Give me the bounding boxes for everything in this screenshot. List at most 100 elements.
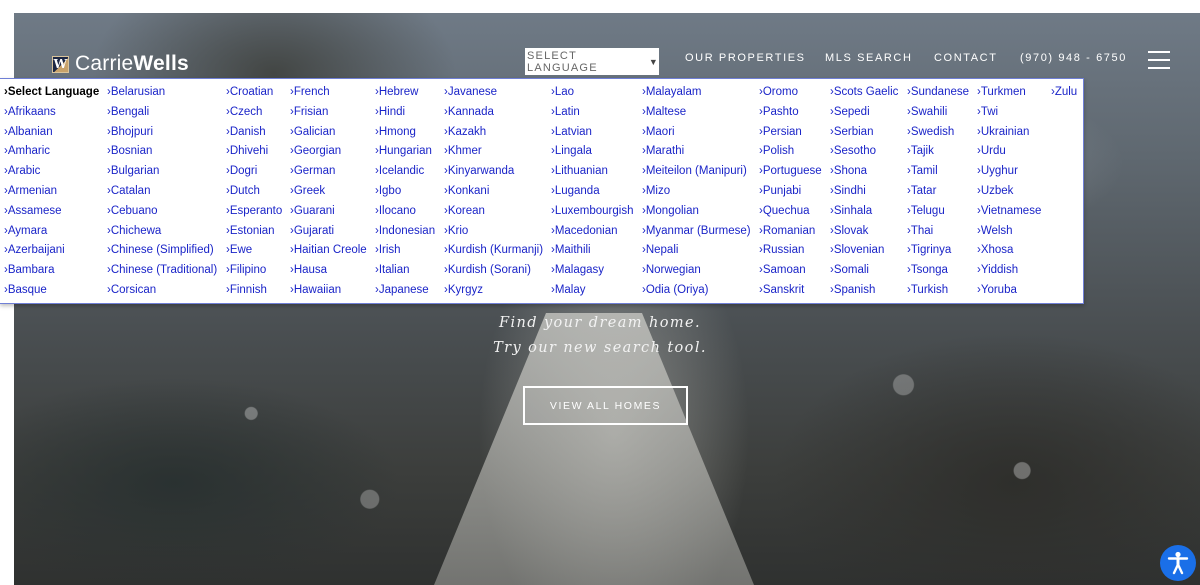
language-option-krio[interactable]: ›Krio <box>444 224 543 244</box>
language-option-guarani[interactable]: ›Guarani <box>290 204 367 224</box>
language-option-norwegian[interactable]: ›Norwegian <box>642 263 751 283</box>
language-option-maithili[interactable]: ›Maithili <box>551 243 633 263</box>
language-option-somali[interactable]: ›Somali <box>830 263 898 283</box>
language-option-hmong[interactable]: ›Hmong <box>375 125 435 145</box>
nav-phone-link[interactable]: (970) 948 - 6750 <box>1020 52 1127 64</box>
language-option-arabic[interactable]: ›Arabic <box>4 164 99 184</box>
language-option-corsican[interactable]: ›Corsican <box>107 283 217 303</box>
language-option-tsonga[interactable]: ›Tsonga <box>907 263 969 283</box>
language-option-chinese-simplified[interactable]: ›Chinese (Simplified) <box>107 243 217 263</box>
language-option-tajik[interactable]: ›Tajik <box>907 144 969 164</box>
language-option-albanian[interactable]: ›Albanian <box>4 125 99 145</box>
accessibility-button[interactable] <box>1160 545 1196 581</box>
language-option-russian[interactable]: ›Russian <box>759 243 822 263</box>
language-option-slovenian[interactable]: ›Slovenian <box>830 243 898 263</box>
language-option-oromo[interactable]: ›Oromo <box>759 85 822 105</box>
language-option-finnish[interactable]: ›Finnish <box>226 283 282 303</box>
language-option-greek[interactable]: ›Greek <box>290 184 367 204</box>
language-option-tamil[interactable]: ›Tamil <box>907 164 969 184</box>
language-option-french[interactable]: ›French <box>290 85 367 105</box>
language-option-ilocano[interactable]: ›Ilocano <box>375 204 435 224</box>
language-option-xhosa[interactable]: ›Xhosa <box>977 243 1041 263</box>
language-option-telugu[interactable]: ›Telugu <box>907 204 969 224</box>
language-option-khmer[interactable]: ›Khmer <box>444 144 543 164</box>
language-option-kazakh[interactable]: ›Kazakh <box>444 125 543 145</box>
language-option-malayalam[interactable]: ›Malayalam <box>642 85 751 105</box>
language-option-tatar[interactable]: ›Tatar <box>907 184 969 204</box>
language-option-urdu[interactable]: ›Urdu <box>977 144 1041 164</box>
language-option-assamese[interactable]: ›Assamese <box>4 204 99 224</box>
nav-contact[interactable]: CONTACT <box>934 52 998 64</box>
language-option-kinyarwanda[interactable]: ›Kinyarwanda <box>444 164 543 184</box>
language-option-hausa[interactable]: ›Hausa <box>290 263 367 283</box>
language-option-thai[interactable]: ›Thai <box>907 224 969 244</box>
language-option-korean[interactable]: ›Korean <box>444 204 543 224</box>
language-option-italian[interactable]: ›Italian <box>375 263 435 283</box>
language-option-haitian-creole[interactable]: ›Haitian Creole <box>290 243 367 263</box>
nav-our-properties[interactable]: OUR PROPERTIES <box>685 52 806 64</box>
language-option-lao[interactable]: ›Lao <box>551 85 633 105</box>
language-option-serbian[interactable]: ›Serbian <box>830 125 898 145</box>
language-option-kannada[interactable]: ›Kannada <box>444 105 543 125</box>
language-option-turkmen[interactable]: ›Turkmen <box>977 85 1041 105</box>
language-option-kurdish-kurmanji[interactable]: ›Kurdish (Kurmanji) <box>444 243 543 263</box>
language-option-zulu[interactable]: ›Zulu <box>1051 85 1077 105</box>
language-option-sundanese[interactable]: ›Sundanese <box>907 85 969 105</box>
language-option-basque[interactable]: ›Basque <box>4 283 99 303</box>
language-option-armenian[interactable]: ›Armenian <box>4 184 99 204</box>
language-option-hungarian[interactable]: ›Hungarian <box>375 144 435 164</box>
language-option-malagasy[interactable]: ›Malagasy <box>551 263 633 283</box>
language-option-yiddish[interactable]: ›Yiddish <box>977 263 1041 283</box>
language-option-sesotho[interactable]: ›Sesotho <box>830 144 898 164</box>
language-option-croatian[interactable]: ›Croatian <box>226 85 282 105</box>
language-option-gujarati[interactable]: ›Gujarati <box>290 224 367 244</box>
language-option-amharic[interactable]: ›Amharic <box>4 144 99 164</box>
nav-mls-search[interactable]: MLS SEARCH <box>825 52 913 64</box>
language-option-azerbaijani[interactable]: ›Azerbaijani <box>4 243 99 263</box>
language-option-odia-oriya[interactable]: ›Odia (Oriya) <box>642 283 751 303</box>
language-option-irish[interactable]: ›Irish <box>375 243 435 263</box>
language-option-dogri[interactable]: ›Dogri <box>226 164 282 184</box>
language-option-select-language[interactable]: ›Select Language <box>4 85 99 105</box>
language-option-punjabi[interactable]: ›Punjabi <box>759 184 822 204</box>
language-option-filipino[interactable]: ›Filipino <box>226 263 282 283</box>
language-option-luganda[interactable]: ›Luganda <box>551 184 633 204</box>
language-option-romanian[interactable]: ›Romanian <box>759 224 822 244</box>
language-option-malay[interactable]: ›Malay <box>551 283 633 303</box>
language-option-sinhala[interactable]: ›Sinhala <box>830 204 898 224</box>
language-option-frisian[interactable]: ›Frisian <box>290 105 367 125</box>
language-option-macedonian[interactable]: ›Macedonian <box>551 224 633 244</box>
language-option-nepali[interactable]: ›Nepali <box>642 243 751 263</box>
language-option-tigrinya[interactable]: ›Tigrinya <box>907 243 969 263</box>
language-option-turkish[interactable]: ›Turkish <box>907 283 969 303</box>
language-option-afrikaans[interactable]: ›Afrikaans <box>4 105 99 125</box>
language-option-dutch[interactable]: ›Dutch <box>226 184 282 204</box>
language-option-hindi[interactable]: ›Hindi <box>375 105 435 125</box>
language-option-latin[interactable]: ›Latin <box>551 105 633 125</box>
language-option-bulgarian[interactable]: ›Bulgarian <box>107 164 217 184</box>
language-option-swahili[interactable]: ›Swahili <box>907 105 969 125</box>
language-option-kyrgyz[interactable]: ›Kyrgyz <box>444 283 543 303</box>
language-option-chinese-traditional[interactable]: ›Chinese (Traditional) <box>107 263 217 283</box>
language-option-welsh[interactable]: ›Welsh <box>977 224 1041 244</box>
language-option-galician[interactable]: ›Galician <box>290 125 367 145</box>
language-option-mongolian[interactable]: ›Mongolian <box>642 204 751 224</box>
language-option-marathi[interactable]: ›Marathi <box>642 144 751 164</box>
language-option-german[interactable]: ›German <box>290 164 367 184</box>
language-option-ewe[interactable]: ›Ewe <box>226 243 282 263</box>
language-option-konkani[interactable]: ›Konkani <box>444 184 543 204</box>
language-option-belarusian[interactable]: ›Belarusian <box>107 85 217 105</box>
language-option-japanese[interactable]: ›Japanese <box>375 283 435 303</box>
language-option-maltese[interactable]: ›Maltese <box>642 105 751 125</box>
language-option-twi[interactable]: ›Twi <box>977 105 1041 125</box>
language-option-indonesian[interactable]: ›Indonesian <box>375 224 435 244</box>
language-option-icelandic[interactable]: ›Icelandic <box>375 164 435 184</box>
view-all-homes-button[interactable]: VIEW ALL HOMES <box>523 386 688 425</box>
language-option-quechua[interactable]: ›Quechua <box>759 204 822 224</box>
language-option-hawaiian[interactable]: ›Hawaiian <box>290 283 367 303</box>
site-logo[interactable]: W Carrie Wells <box>52 52 189 76</box>
language-option-chichewa[interactable]: ›Chichewa <box>107 224 217 244</box>
language-option-aymara[interactable]: ›Aymara <box>4 224 99 244</box>
language-option-luxembourgish[interactable]: ›Luxembourgish <box>551 204 633 224</box>
language-option-scots-gaelic[interactable]: ›Scots Gaelic <box>830 85 898 105</box>
